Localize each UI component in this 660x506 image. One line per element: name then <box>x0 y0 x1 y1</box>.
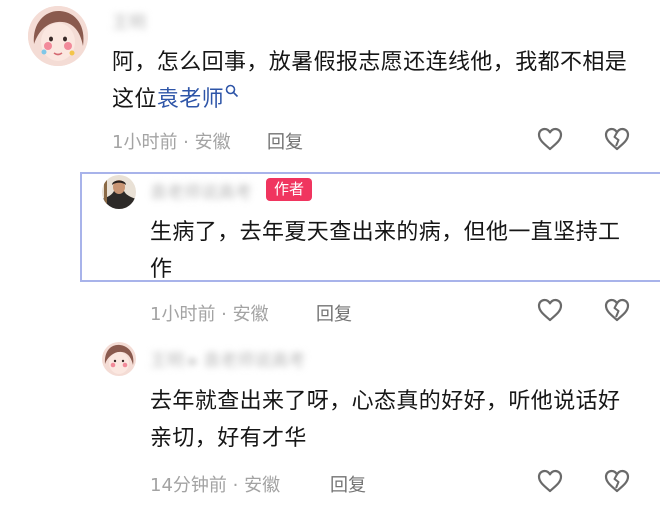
avatar[interactable] <box>102 175 136 209</box>
comment-username[interactable]: 王明 <box>112 8 146 33</box>
comment-text: 阿，怎么回事，放暑假报志愿还连线他，我都不相是这位袁老师 <box>112 44 632 118</box>
reply-username[interactable]: 王明 ▸ 袁老师说高考 <box>150 346 305 371</box>
dislike-broken-heart-icon[interactable] <box>604 298 630 322</box>
mention-link[interactable]: 袁老师 <box>157 84 239 112</box>
like-heart-icon[interactable] <box>537 127 563 151</box>
avatar[interactable] <box>28 6 88 66</box>
reply-meta: 1小时前 · 安徽 <box>150 304 269 325</box>
reply-text: 去年就查出来了呀，心态真的好好，听他说话好亲切，好有才华 <box>150 389 621 451</box>
comment-meta: 1小时前 · 安徽 <box>112 132 231 153</box>
reply-button[interactable]: 回复 <box>267 128 303 154</box>
author-badge: 作者 <box>266 178 312 201</box>
dislike-broken-heart-icon[interactable] <box>604 469 630 493</box>
like-heart-icon[interactable] <box>537 469 563 493</box>
reply-username[interactable]: 袁老师说高考 <box>150 178 252 203</box>
reply-text: 生病了，去年夏天查出来的病，但他一直坚持工作 <box>150 220 621 282</box>
reply-button[interactable]: 回复 <box>316 300 352 326</box>
reply-button[interactable]: 回复 <box>330 471 366 497</box>
like-heart-icon[interactable] <box>537 298 563 322</box>
search-icon <box>225 84 239 98</box>
avatar[interactable] <box>102 342 136 376</box>
reply-meta: 14分钟前 · 安徽 <box>150 475 281 496</box>
dislike-broken-heart-icon[interactable] <box>604 127 630 151</box>
